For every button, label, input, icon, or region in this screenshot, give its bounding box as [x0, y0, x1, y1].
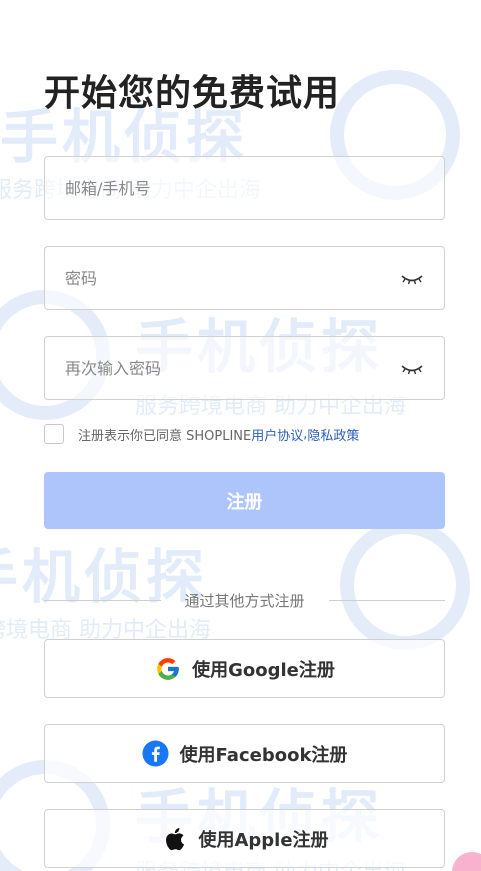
agreement-row: 注册表示你已同意 SHOPLINE 用户协议 , 隐私政策 [44, 424, 359, 444]
apple-icon [160, 825, 188, 853]
divider-text: 通过其他方式注册 [184, 591, 305, 610]
divider-line-right [328, 599, 446, 601]
facebook-signup-button[interactable]: 使用Facebook注册 [44, 724, 445, 783]
floating-badge[interactable] [452, 852, 481, 871]
divider-line-left [44, 599, 161, 601]
google-signup-label: 使用Google注册 [192, 659, 335, 681]
watermark-globe-3 [340, 520, 470, 650]
apple-signup-label: 使用Apple注册 [198, 829, 329, 851]
google-icon [154, 655, 182, 683]
password-field[interactable] [44, 246, 445, 310]
eye-closed-icon[interactable] [400, 361, 424, 375]
apple-signup-button[interactable]: 使用Apple注册 [44, 809, 445, 868]
facebook-icon [142, 740, 170, 768]
confirm-password-field[interactable] [44, 336, 445, 400]
page-title: 开始您的免费试用 [44, 73, 341, 114]
google-signup-button[interactable]: 使用Google注册 [44, 639, 445, 698]
privacy-link[interactable]: 隐私政策 [307, 425, 359, 444]
other-methods-divider: 通过其他方式注册 [44, 588, 446, 612]
eye-closed-icon[interactable] [400, 271, 424, 285]
password-input[interactable] [65, 268, 400, 288]
terms-link[interactable]: 用户协议 [251, 425, 303, 444]
agree-checkbox[interactable] [44, 424, 64, 444]
email-input[interactable] [65, 178, 424, 198]
agreement-prefix: 注册表示你已同意 SHOPLINE [78, 428, 252, 444]
email-field[interactable] [44, 156, 445, 220]
facebook-signup-label: 使用Facebook注册 [179, 744, 348, 766]
confirm-password-input[interactable] [65, 358, 400, 378]
register-button[interactable]: 注册 [44, 472, 445, 529]
